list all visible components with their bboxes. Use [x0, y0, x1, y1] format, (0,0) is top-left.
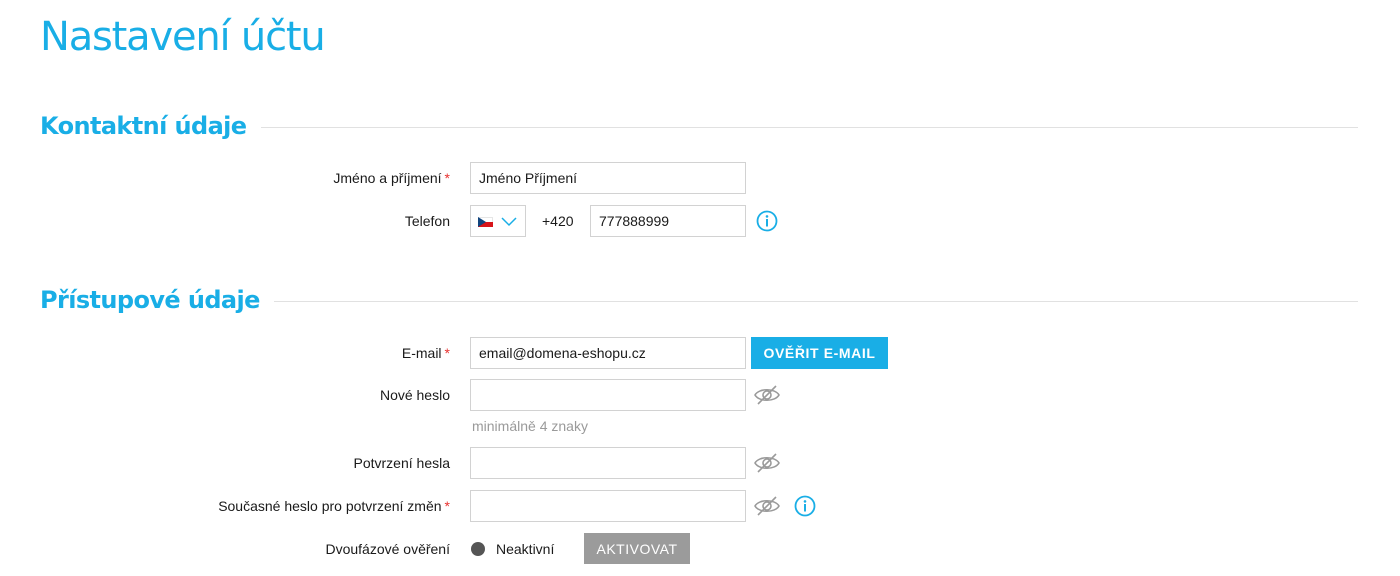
new-password-label: Nové heslo — [379, 387, 450, 403]
current-password-label-text: Současné heslo pro potvrzení změn — [218, 498, 442, 514]
form-row-new-password: Nové heslo — [0, 379, 1400, 411]
email-label-text: E-mail — [401, 345, 442, 361]
confirm-password-input[interactable] — [470, 447, 746, 479]
form-row-email: E-mail* OVĚŘIT E-MAIL — [0, 337, 1400, 369]
chevron-down-icon — [501, 217, 517, 227]
phone-prefix: +420 — [542, 213, 574, 229]
form-row-current-password: Současné heslo pro potvrzení změn * — [0, 490, 1400, 522]
flag-cz-icon — [478, 217, 493, 227]
section-title-access: Přístupové údaje — [40, 286, 274, 314]
section-contact-header: Kontaktní údaje — [40, 112, 1358, 142]
info-icon[interactable] — [793, 494, 817, 518]
required-mark: * — [444, 345, 450, 361]
phone-input[interactable] — [590, 205, 746, 237]
current-password-input[interactable] — [470, 490, 746, 522]
two-factor-label: Dvoufázové ověření — [325, 541, 450, 557]
name-label-text: Jméno a příjmení — [333, 170, 442, 186]
activate-two-factor-button[interactable]: AKTIVOVAT — [584, 533, 690, 564]
required-mark: * — [444, 498, 450, 514]
country-code-select[interactable] — [470, 205, 526, 237]
eye-slash-icon[interactable] — [753, 383, 781, 407]
two-factor-status: Neaktivní — [496, 541, 555, 557]
info-icon[interactable] — [755, 209, 779, 233]
eye-slash-icon[interactable] — [753, 451, 781, 475]
verify-email-button[interactable]: OVĚŘIT E-MAIL — [751, 337, 888, 369]
status-dot-icon — [471, 542, 485, 556]
form-row-name: Jméno a příjmení * — [0, 162, 1400, 194]
password-hint: minimálně 4 znaky — [472, 418, 588, 434]
form-row-phone: Telefon +420 — [0, 205, 1400, 237]
email-input[interactable] — [470, 337, 746, 369]
required-mark: * — [444, 170, 450, 186]
confirm-password-label: Potvrzení hesla — [353, 455, 451, 471]
section-title-contact: Kontaktní údaje — [40, 112, 261, 140]
name-input[interactable] — [470, 162, 746, 194]
phone-label: Telefon — [404, 213, 450, 229]
name-label: Jméno a příjmení * — [333, 162, 450, 194]
eye-slash-icon[interactable] — [753, 494, 781, 518]
section-access-header: Přístupové údaje — [40, 286, 1358, 316]
current-password-label: Současné heslo pro potvrzení změn * — [218, 490, 450, 522]
email-label: E-mail * — [402, 337, 450, 369]
new-password-input[interactable] — [470, 379, 746, 411]
form-row-confirm-password: Potvrzení hesla — [0, 447, 1400, 479]
form-row-two-factor: Dvoufázové ověření Neaktivní AKTIVOVAT — [0, 533, 1400, 565]
page-title: Nastavení účtu — [40, 14, 326, 60]
